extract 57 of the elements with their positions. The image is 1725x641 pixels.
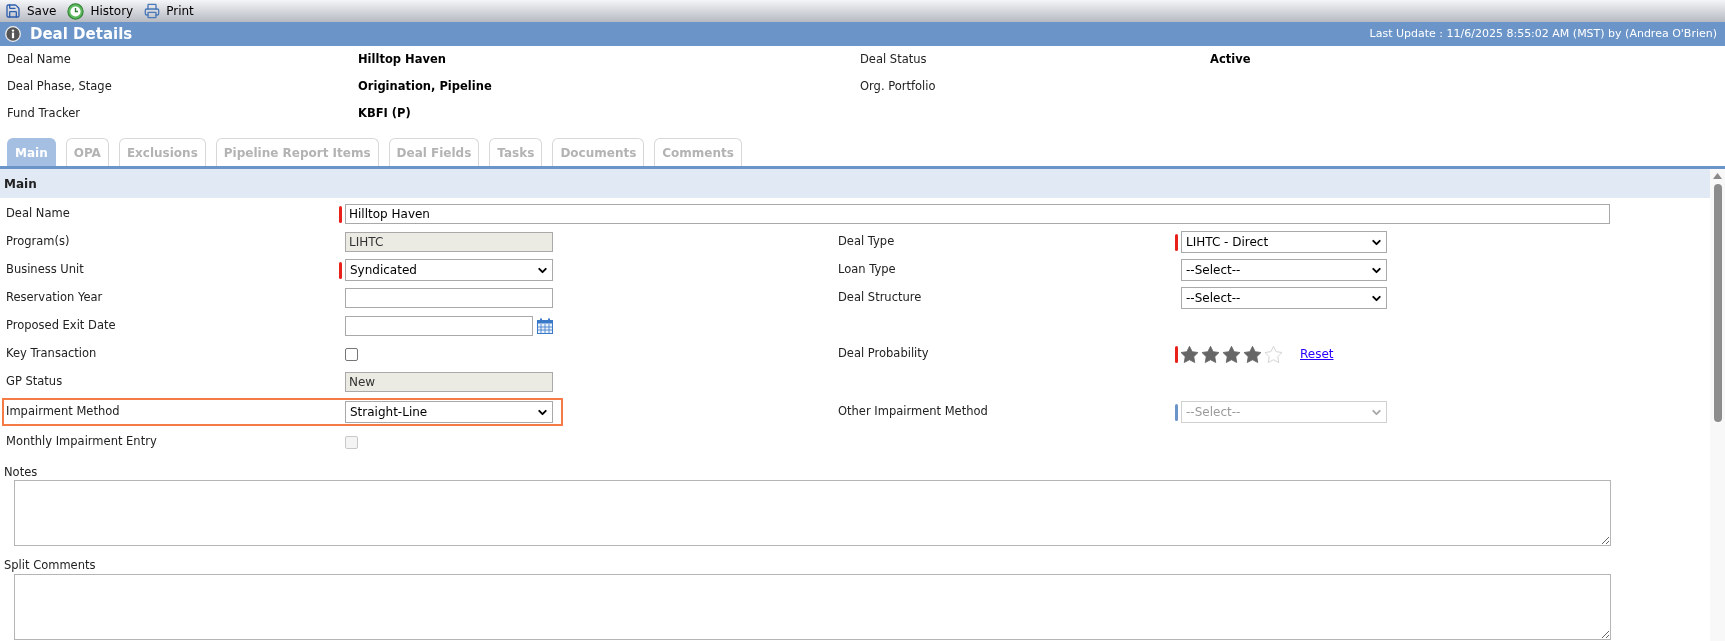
summary-label: Deal Status xyxy=(860,51,927,66)
text-area[interactable] xyxy=(14,480,1611,546)
text-input[interactable] xyxy=(345,288,553,308)
star-icon[interactable] xyxy=(1244,345,1261,363)
star-icon[interactable] xyxy=(1202,345,1219,363)
printer-icon xyxy=(144,3,161,19)
field-label: GP Status xyxy=(5,373,64,391)
field-label: Reservation Year xyxy=(5,289,104,307)
clock-icon xyxy=(67,2,85,20)
text-area[interactable] xyxy=(14,574,1611,640)
calendar-icon[interactable] xyxy=(537,318,553,334)
field-label: Loan Type xyxy=(838,261,897,279)
field-label: Deal Structure xyxy=(838,289,923,307)
field-label: Key Transaction xyxy=(5,345,98,363)
dropdown[interactable]: --Select-- xyxy=(1181,287,1387,309)
field-label: Impairment Method xyxy=(5,403,121,421)
scroll-up-icon[interactable] xyxy=(1713,173,1722,179)
toolbar-button[interactable]: History xyxy=(67,2,134,20)
summary-value: KBFI (P) xyxy=(358,105,411,120)
last-update-text: Last Update : 11/6/2025 8:55:02 AM (MST) by (Andrea O'Brien) xyxy=(1369,25,1717,42)
field-label: Split Comments xyxy=(4,558,96,572)
scrollbar-thumb[interactable] xyxy=(1713,184,1722,422)
readonly-field: New xyxy=(345,372,553,392)
info-icon xyxy=(5,26,21,42)
star-rating[interactable] xyxy=(1181,345,1282,363)
field-label: Deal Type xyxy=(838,233,896,251)
summary-label: Fund Tracker xyxy=(7,105,80,120)
checkbox[interactable] xyxy=(345,347,358,361)
star-icon[interactable] xyxy=(1223,345,1240,363)
field-label: Proposed Exit Date xyxy=(5,317,117,335)
summary-value: Hilltop Haven xyxy=(358,51,446,66)
summary-label: Org. Portfolio xyxy=(860,78,936,93)
field-label: Deal Probability xyxy=(838,345,930,363)
dropdown[interactable]: Syndicated xyxy=(345,259,553,281)
toolbar-button[interactable]: Save xyxy=(5,2,57,20)
star-icon[interactable] xyxy=(1181,345,1198,363)
dropdown[interactable]: --Select-- xyxy=(1181,259,1387,281)
summary-value: Active xyxy=(1210,51,1251,66)
summary-label: Deal Phase, Stage xyxy=(7,78,112,93)
field-label: Other Impairment Method xyxy=(838,403,989,421)
field-label: Business Unit xyxy=(5,261,85,279)
reset-link[interactable]: Reset xyxy=(1300,345,1334,363)
text-input[interactable]: Hilltop Haven xyxy=(345,204,1610,224)
dropdown[interactable]: LIHTC - Direct xyxy=(1181,231,1387,253)
dropdown[interactable]: Straight-Line xyxy=(345,401,553,423)
summary-label: Deal Name xyxy=(7,51,71,66)
field-label: Monthly Impairment Entry xyxy=(5,433,158,451)
summary-value: Origination, Pipeline xyxy=(358,78,492,93)
toolbar-button[interactable]: Print xyxy=(144,2,194,20)
field-label: Deal Name xyxy=(5,205,71,223)
scrollbar[interactable] xyxy=(1710,169,1725,641)
page-title: Deal Details xyxy=(30,23,133,45)
readonly-field: LIHTC xyxy=(345,232,553,252)
field-label: Program(s) xyxy=(5,233,71,251)
section-header: Main xyxy=(0,169,1710,198)
field-label: Notes xyxy=(4,465,38,479)
date-input[interactable] xyxy=(345,316,533,336)
